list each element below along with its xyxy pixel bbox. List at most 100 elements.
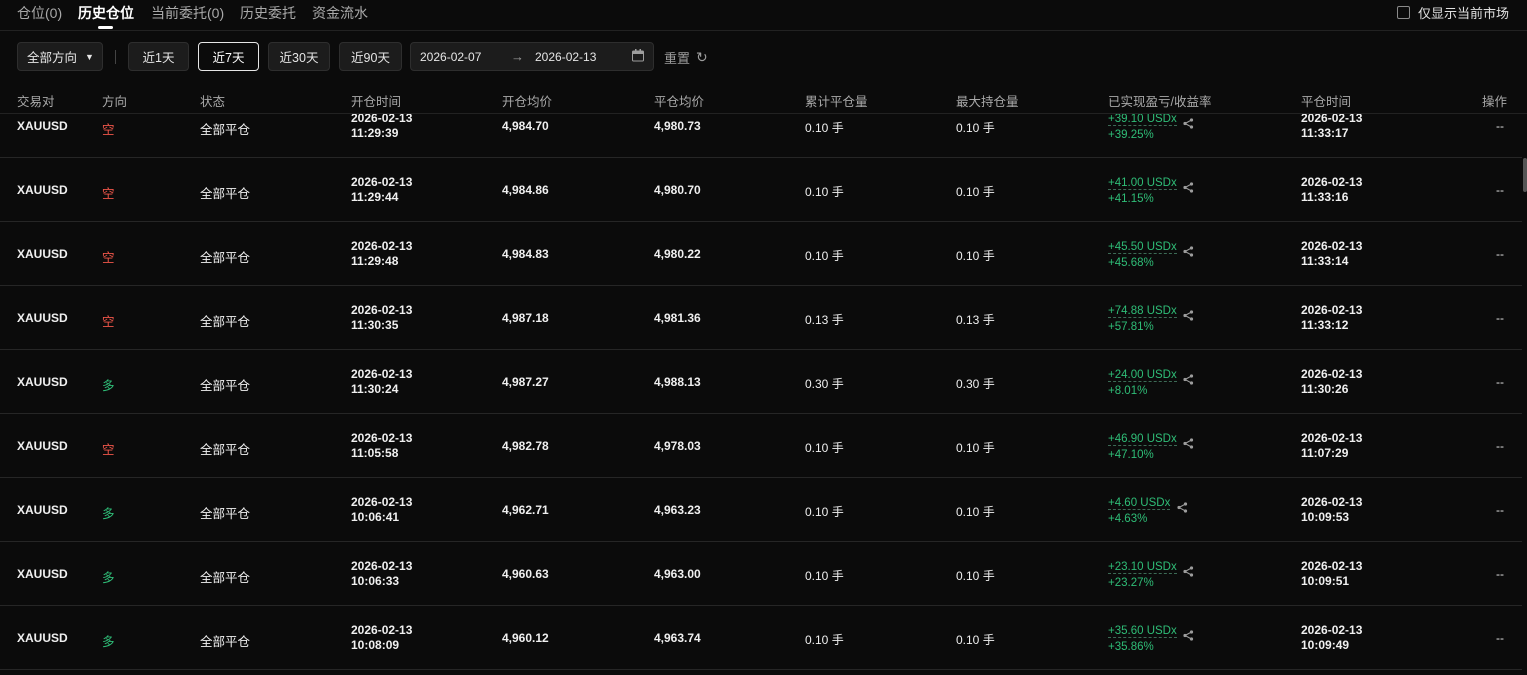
open-time: 10:06:41 — [351, 510, 400, 524]
cell-action: -- — [1496, 247, 1504, 261]
close-date: 2026-02-13 — [1301, 114, 1363, 125]
pnl-amount[interactable]: +74.88 USDx — [1108, 305, 1177, 318]
pnl-amount[interactable]: +39.10 USDx — [1108, 114, 1177, 126]
cell-status: 全部平仓 — [200, 187, 251, 201]
share-icon[interactable] — [1183, 310, 1194, 324]
cell-pnl: +41.00 USDx +41.15% — [1108, 175, 1177, 207]
pnl-amount[interactable]: +35.60 USDx — [1108, 625, 1177, 638]
range-30d-button[interactable]: 近30天 — [268, 42, 330, 71]
table-row: XAUUSD 多 全部平仓 2026-02-13 11:30:24 4,987.… — [0, 350, 1522, 414]
cell-open-avg: 4,987.27 — [502, 375, 549, 389]
cell-close-avg: 4,988.13 — [654, 375, 701, 389]
position-tabs: 仓位(0) 历史仓位 当前委托(0) 历史委托 资金流水 仅显示当前市场 — [0, 0, 1527, 31]
cell-cum-close: 0.13 手 — [805, 313, 844, 327]
tab-current-orders[interactable]: 当前委托(0) — [151, 3, 224, 23]
share-icon[interactable] — [1183, 630, 1194, 644]
cell-close-avg: 4,978.03 — [654, 439, 701, 453]
direction-select[interactable]: 全部方向 ▼ — [17, 42, 103, 71]
share-icon[interactable] — [1183, 438, 1194, 452]
scrollbar[interactable] — [1523, 158, 1527, 192]
open-date: 2026-02-13 — [351, 495, 413, 509]
col-max-hold: 最大持仓量 — [956, 95, 1019, 109]
cell-open-datetime: 2026-02-13 11:29:48 — [351, 239, 412, 269]
cell-close-datetime: 2026-02-13 11:33:12 — [1301, 303, 1362, 333]
cell-pnl: +4.60 USDx +4.63% — [1108, 495, 1171, 527]
open-time: 11:29:44 — [351, 190, 399, 204]
pnl-amount[interactable]: +24.00 USDx — [1108, 369, 1177, 382]
close-time: 10:09:53 — [1301, 510, 1350, 524]
refresh-icon: ↻ — [696, 49, 708, 65]
caret-down-icon: ▼ — [85, 51, 94, 62]
cell-status: 全部平仓 — [200, 443, 251, 457]
pnl-amount[interactable]: +23.10 USDx — [1108, 561, 1177, 574]
col-direction: 方向 — [102, 95, 128, 109]
open-time: 11:30:24 — [351, 382, 399, 396]
range-7d-button[interactable]: 近7天 — [198, 42, 259, 71]
pnl-rate: +41.15% — [1108, 193, 1154, 205]
tab-history-orders[interactable]: 历史委托 — [240, 3, 296, 23]
cell-close-avg: 4,963.23 — [654, 503, 701, 517]
tab-history-positions[interactable]: 历史仓位 — [78, 3, 134, 23]
tab-positions[interactable]: 仓位(0) — [17, 3, 62, 23]
share-icon[interactable] — [1183, 374, 1194, 388]
pnl-rate: +23.27% — [1108, 577, 1154, 589]
cell-pair: XAUUSD — [17, 247, 68, 261]
share-icon[interactable] — [1183, 566, 1194, 580]
cell-cum-close: 0.10 手 — [805, 569, 844, 583]
cell-status: 全部平仓 — [200, 635, 251, 649]
open-date: 2026-02-13 — [351, 114, 413, 125]
cell-max-hold: 0.10 手 — [956, 633, 995, 647]
table-row: XAUUSD 多 全部平仓 2026-02-13 10:08:09 4,960.… — [0, 606, 1522, 670]
share-icon[interactable] — [1183, 182, 1194, 196]
table-row: XAUUSD 空 全部平仓 2026-02-13 11:29:44 4,984.… — [0, 158, 1522, 222]
pnl-amount[interactable]: +45.50 USDx — [1108, 241, 1177, 254]
reset-button[interactable]: 重置 ↻ — [664, 48, 708, 67]
cell-max-hold: 0.10 手 — [956, 185, 995, 199]
range-90d-button[interactable]: 近90天 — [339, 42, 402, 71]
share-icon[interactable] — [1183, 118, 1194, 132]
open-time: 10:08:09 — [351, 638, 400, 652]
cell-action: -- — [1496, 183, 1504, 197]
pnl-amount[interactable]: +46.90 USDx — [1108, 433, 1177, 446]
cell-pnl: +46.90 USDx +47.10% — [1108, 431, 1177, 463]
cell-max-hold: 0.10 手 — [956, 249, 995, 263]
pnl-amount[interactable]: +41.00 USDx — [1108, 177, 1177, 190]
calendar-icon[interactable] — [632, 49, 644, 65]
only-current-market-checkbox[interactable] — [1396, 6, 1410, 19]
cell-close-avg: 4,981.36 — [654, 311, 701, 325]
share-icon[interactable] — [1177, 502, 1188, 516]
cell-pair: XAUUSD — [17, 503, 68, 517]
close-date: 2026-02-13 — [1301, 239, 1363, 253]
cell-direction: 多 — [102, 507, 115, 521]
close-date: 2026-02-13 — [1301, 623, 1363, 637]
cell-open-avg: 4,960.63 — [502, 567, 549, 581]
cell-open-avg: 4,960.12 — [502, 631, 549, 645]
cell-max-hold: 0.30 手 — [956, 377, 995, 391]
share-icon[interactable] — [1183, 246, 1194, 260]
active-tab-indicator — [98, 26, 113, 29]
col-action: 操作 — [1482, 95, 1508, 109]
tab-fund-flow[interactable]: 资金流水 — [312, 3, 368, 23]
cell-pnl: +45.50 USDx +45.68% — [1108, 239, 1177, 271]
cell-close-datetime: 2026-02-13 10:09:53 — [1301, 495, 1362, 525]
date-to[interactable]: 2026-02-13 — [535, 50, 596, 64]
date-from[interactable]: 2026-02-07 — [420, 50, 481, 64]
range-1d-button[interactable]: 近1天 — [128, 42, 189, 71]
table-header: 交易对 方向 状态 开仓时间 开仓均价 平仓均价 累计平仓量 最大持仓量 已实现… — [0, 88, 1527, 114]
open-date: 2026-02-13 — [351, 367, 413, 381]
cell-status: 全部平仓 — [200, 571, 251, 585]
pnl-amount[interactable]: +4.60 USDx — [1108, 497, 1171, 510]
cell-pair: XAUUSD — [17, 183, 68, 197]
close-date: 2026-02-13 — [1301, 175, 1363, 189]
col-open-time: 开仓时间 — [351, 95, 402, 109]
cell-pair: XAUUSD — [17, 567, 68, 581]
close-time: 11:30:26 — [1301, 382, 1349, 396]
date-range-picker[interactable]: 2026-02-07 → 2026-02-13 — [410, 42, 654, 71]
only-current-market-toggle[interactable]: 仅显示当前市场 — [1396, 3, 1509, 22]
cell-max-hold: 0.13 手 — [956, 313, 995, 327]
cell-direction: 空 — [102, 187, 115, 201]
cell-close-datetime: 2026-02-13 11:30:26 — [1301, 367, 1362, 397]
cell-cum-close: 0.10 手 — [805, 441, 844, 455]
open-date: 2026-02-13 — [351, 623, 413, 637]
cell-open-avg: 4,984.86 — [502, 183, 549, 197]
